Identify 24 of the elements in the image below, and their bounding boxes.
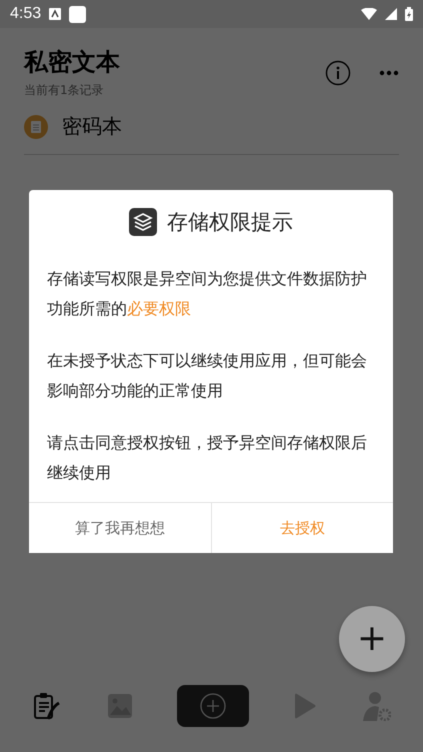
layers-icon (129, 208, 157, 236)
signal-icon (385, 8, 397, 20)
status-time: 4:53 (10, 5, 42, 23)
dialog-title: 存储权限提示 (167, 209, 293, 236)
notification-icon (69, 6, 86, 22)
notebook-icon (24, 114, 48, 138)
permission-link[interactable]: 必要权限 (127, 299, 191, 318)
plus-circle-icon (200, 693, 226, 719)
battery-icon (405, 7, 413, 21)
dialog-message: 在未授予状态下可以继续使用应用，但可能会影响部分功能的正常使用 (47, 350, 368, 402)
list-item[interactable]: 密码本 (24, 107, 399, 155)
add-button[interactable]: + (339, 606, 405, 672)
app-title: 私密文本 (24, 47, 121, 78)
dialog-message: 请点击同意授权按钮，授予异空间存储权限后继续使用 (47, 432, 368, 484)
info-icon[interactable] (325, 60, 351, 86)
keyboard-icon (49, 8, 62, 20)
wifi-icon (361, 8, 377, 20)
notes-tab-icon[interactable] (32, 691, 62, 721)
record-count: 当前有1条记录 (24, 82, 105, 99)
gallery-tab-icon[interactable] (106, 693, 133, 719)
cancel-button[interactable]: 算了我再想想 (29, 503, 212, 553)
add-tab[interactable] (177, 685, 250, 727)
more-icon[interactable] (379, 68, 399, 76)
dialog-message: 存储读写权限是异空间为您提供文件数据防护功能所需的必要权限 (47, 268, 368, 320)
